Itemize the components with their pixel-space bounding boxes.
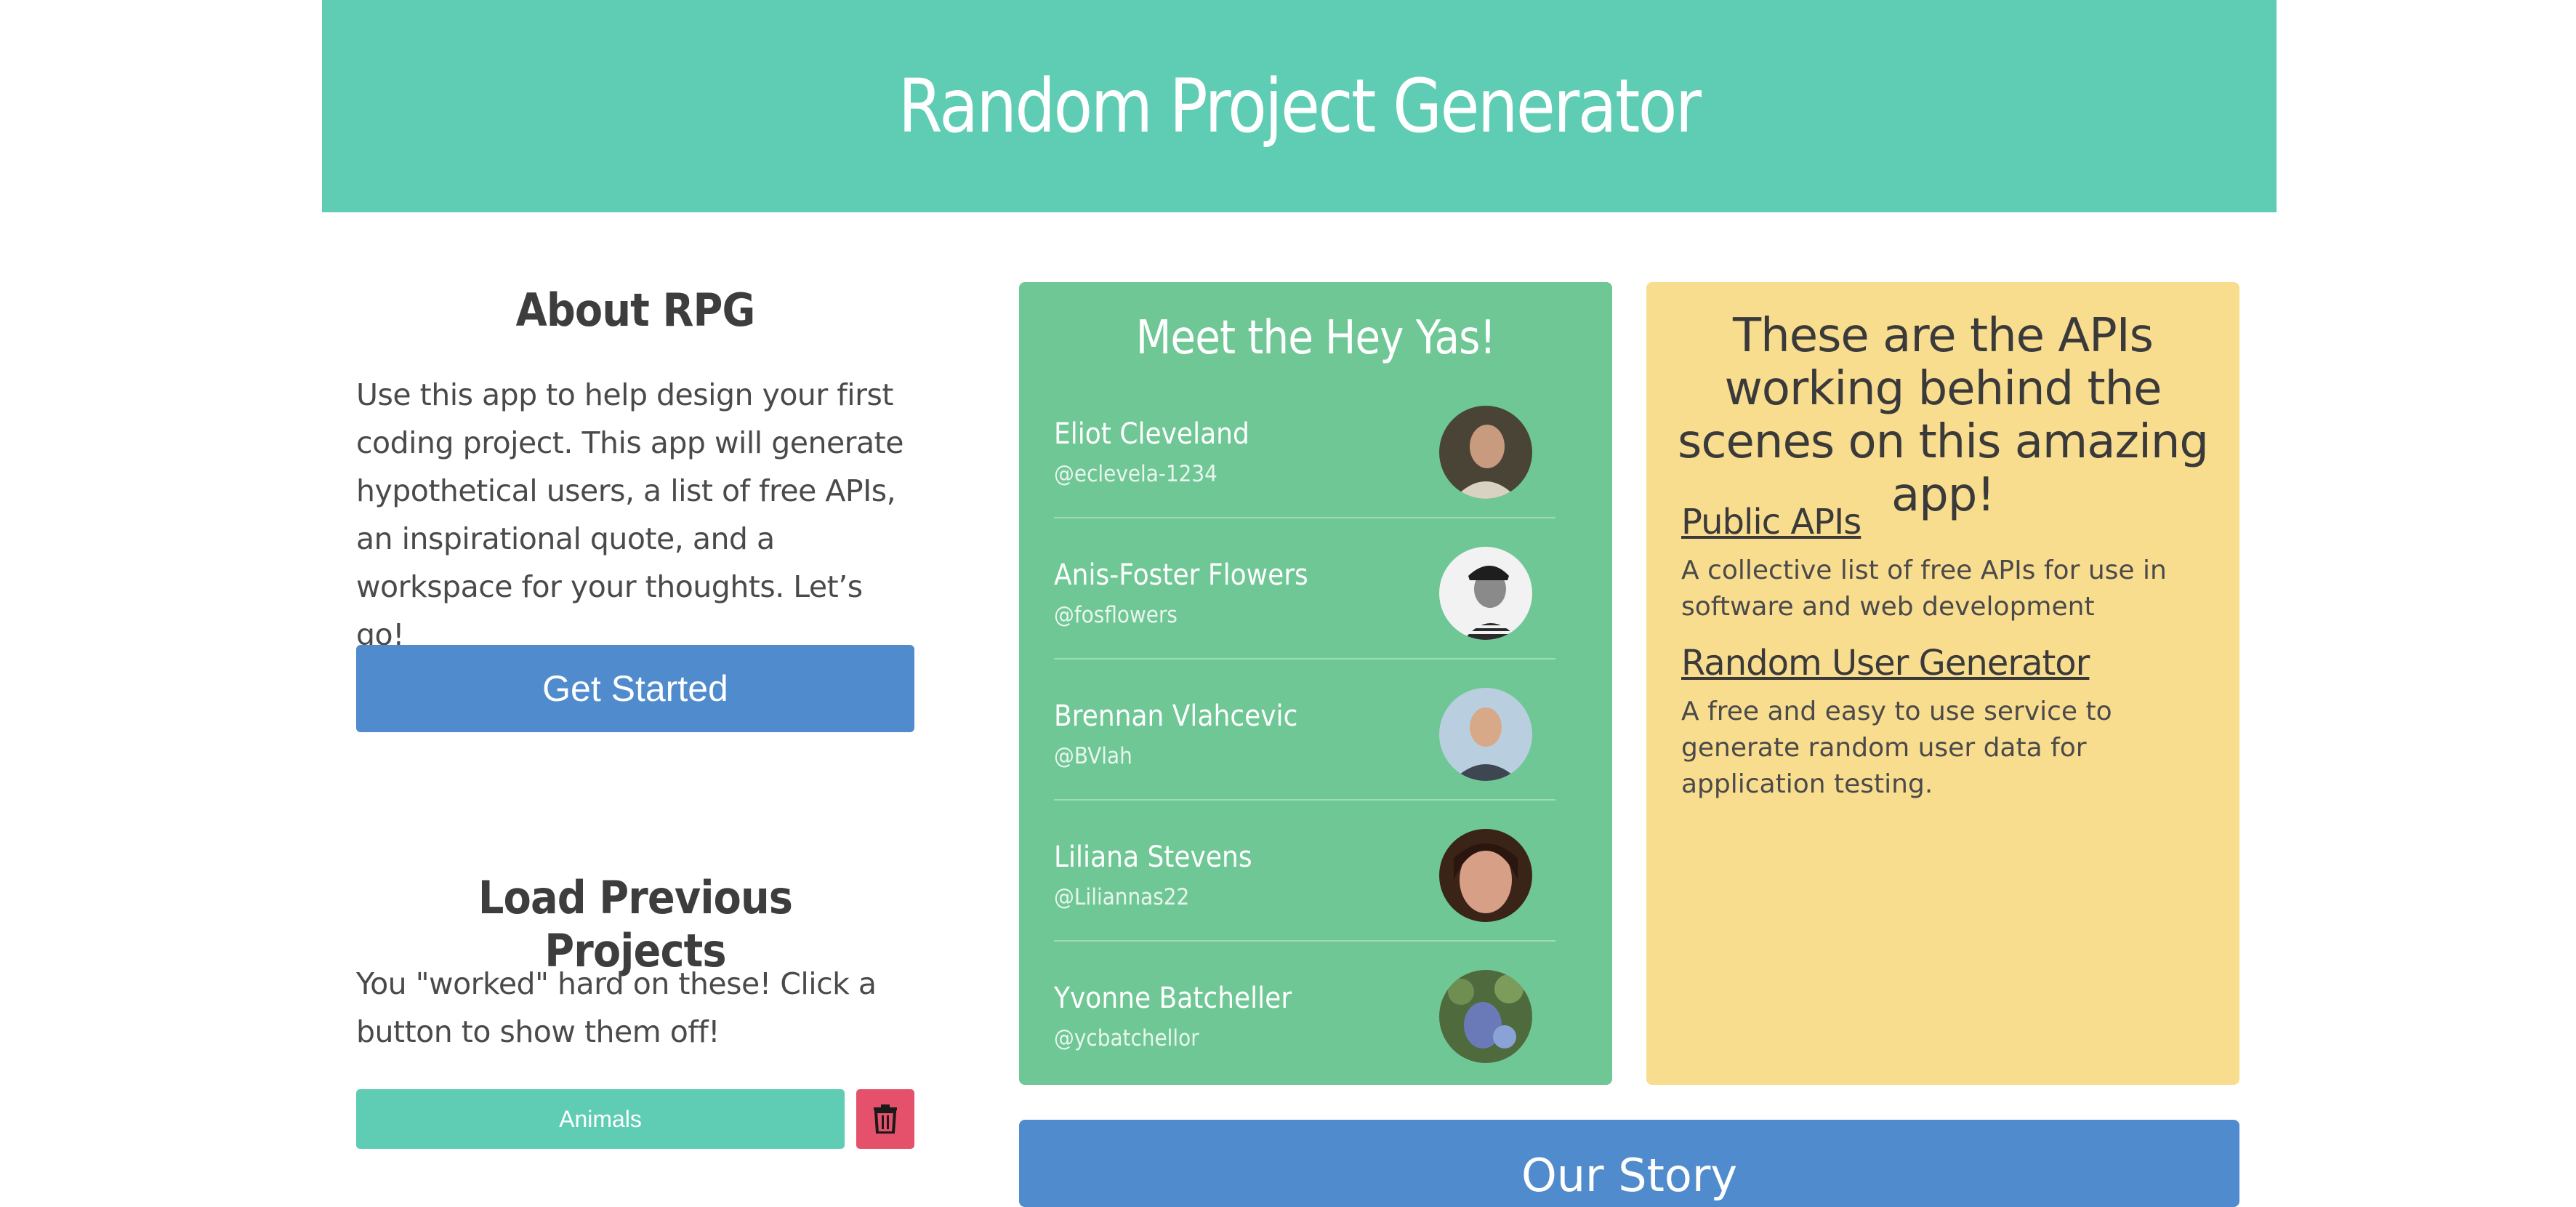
team-member: Brennan Vlahcevic @BVlah: [1054, 683, 1555, 825]
about-text: Use this app to help design your first c…: [356, 377, 903, 652]
divider: [1054, 940, 1555, 942]
delete-project-button[interactable]: [856, 1089, 914, 1149]
api-link-public-apis[interactable]: Public APIs: [1681, 502, 1861, 542]
member-name: Liliana Stevens: [1054, 841, 1252, 874]
member-handle: @eclevela-1234: [1054, 461, 1217, 487]
team-member: Eliot Cleveland @eclevela-1234: [1054, 401, 1555, 542]
avatar: [1439, 406, 1532, 499]
member-name: Brennan Vlahcevic: [1054, 699, 1298, 733]
divider: [1054, 517, 1555, 518]
story-card: Our Story: [1019, 1120, 2239, 1207]
team-card: Meet the Hey Yas! Eliot Cleveland @eclev…: [1019, 282, 1612, 1085]
api-description: A collective list of free APIs for use i…: [1681, 556, 2167, 622]
load-projects-text: You "worked" hard on these! Click a butt…: [356, 966, 877, 1049]
avatar: [1439, 970, 1532, 1063]
member-name: Anis-Foster Flowers: [1054, 558, 1308, 592]
team-member: Liliana Stevens @Liliannas22: [1054, 825, 1555, 966]
trash-icon: [874, 1104, 897, 1134]
team-member: Anis-Foster Flowers @fosflowers: [1054, 542, 1555, 683]
about-title: About RPG: [515, 284, 756, 337]
member-name: Eliot Cleveland: [1054, 417, 1249, 451]
member-handle: @BVlah: [1054, 743, 1132, 769]
project-row: Animals: [356, 1089, 914, 1149]
member-handle: @fosflowers: [1054, 602, 1178, 628]
member-name: Yvonne Batcheller: [1054, 982, 1292, 1015]
api-description: A free and easy to use service to genera…: [1681, 697, 2112, 799]
divider: [1054, 658, 1555, 659]
story-title: Our Story: [1521, 1149, 1738, 1202]
get-started-button[interactable]: Get Started: [356, 645, 914, 732]
avatar: [1439, 547, 1532, 640]
apis-card: These are the APIs working behind the sc…: [1646, 282, 2239, 1085]
divider: [1054, 799, 1555, 801]
project-button-animals[interactable]: Animals: [356, 1089, 845, 1149]
member-handle: @ycbatchellor: [1054, 1025, 1199, 1051]
member-handle: @Liliannas22: [1054, 884, 1190, 910]
avatar: [1439, 829, 1532, 922]
page-header: Random Project Generator: [322, 0, 2277, 212]
page-title: Random Project Generator: [898, 63, 1702, 150]
apis-title: These are the APIs working behind the sc…: [1677, 309, 2209, 522]
api-link-random-user-generator[interactable]: Random User Generator: [1681, 643, 2090, 683]
team-title: Meet the Hey Yas!: [1135, 311, 1496, 365]
team-member: Yvonne Batcheller @ycbatchellor: [1054, 966, 1555, 1107]
avatar: [1439, 688, 1532, 781]
